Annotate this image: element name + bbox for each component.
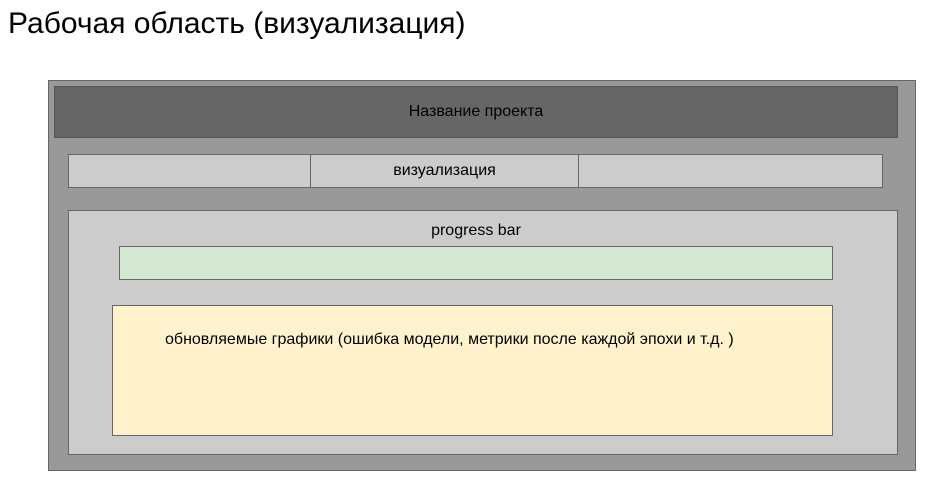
progress-bar [119, 246, 833, 280]
tab-left[interactable] [68, 154, 311, 188]
progress-bar-label: progress bar [431, 222, 521, 239]
tab-right[interactable] [579, 154, 883, 188]
tab-visualization-label: визуализация [393, 162, 496, 179]
project-title: Название проекта [408, 103, 544, 120]
project-header: Название проекта [54, 86, 898, 138]
charts-area: обновляемые графики (ошибка модели, метр… [112, 305, 833, 436]
tab-bar: визуализация [68, 154, 883, 188]
charts-description: обновляемые графики (ошибка модели, метр… [165, 331, 734, 348]
tab-visualization[interactable]: визуализация [311, 154, 579, 188]
page-title: Рабочая область (визуализация) [8, 7, 466, 40]
